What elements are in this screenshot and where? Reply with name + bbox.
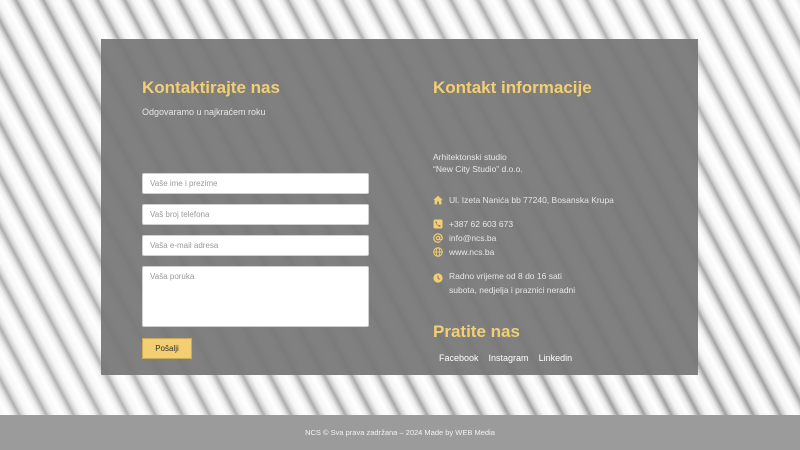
- phone-row: +387 62 603 673: [433, 218, 513, 230]
- globe-icon: [433, 247, 443, 257]
- at-icon: [433, 233, 443, 243]
- hours-line-2: subota, nedjelja i praznici neradni: [449, 285, 576, 295]
- instagram-link[interactable]: Instagram: [489, 353, 529, 363]
- hours-line-1: Radno vrijeme od 8 do 16 sati: [449, 271, 562, 281]
- home-icon: [433, 195, 443, 205]
- contact-panel: Kontaktirajte nas Odgovaramo u najkraćem…: [101, 39, 698, 375]
- contact-info-section: Kontakt informacije Arhitektonski studio…: [433, 78, 673, 363]
- company-line-2: “New City Studio” d.o.o.: [433, 164, 523, 174]
- phone-link[interactable]: +387 62 603 673: [449, 218, 513, 230]
- footer: NCS © Sva prava zadržana – 2024 Made by …: [0, 415, 800, 450]
- company-name: Arhitektonski studio “New City Studio” d…: [433, 151, 523, 175]
- email-link[interactable]: info@ncs.ba: [449, 232, 496, 244]
- social-links: Facebook Instagram Linkedin: [439, 353, 572, 363]
- address-row: Ul. Izeta Nanića bb 77240, Bosanska Krup…: [433, 194, 614, 206]
- website-link[interactable]: www.ncs.ba: [449, 246, 494, 258]
- email-input[interactable]: [142, 235, 369, 256]
- follow-title: Pratite nas: [433, 322, 520, 341]
- footer-text: NCS © Sva prava zadržana – 2024 Made by …: [305, 428, 495, 437]
- name-input[interactable]: [142, 173, 369, 194]
- website-row: www.ncs.ba: [433, 246, 494, 258]
- submit-button[interactable]: Pošalji: [142, 338, 192, 359]
- facebook-link[interactable]: Facebook: [439, 353, 479, 363]
- hours-row: Radno vrijeme od 8 do 16 sati subota, ne…: [433, 269, 575, 297]
- address-text: Ul. Izeta Nanića bb 77240, Bosanska Krup…: [449, 195, 614, 205]
- clock-icon: [433, 273, 443, 283]
- working-hours: Radno vrijeme od 8 do 16 sati subota, ne…: [449, 269, 575, 297]
- message-textarea[interactable]: [142, 266, 369, 327]
- company-line-1: Arhitektonski studio: [433, 152, 507, 162]
- contact-form-title: Kontaktirajte nas: [142, 78, 280, 97]
- phone-icon: [433, 219, 443, 229]
- contact-form-section: Kontaktirajte nas Odgovaramo u najkraćem…: [142, 78, 372, 359]
- contact-form-subtitle: Odgovaramo u najkraćem roku: [142, 107, 266, 117]
- email-row: info@ncs.ba: [433, 232, 496, 244]
- phone-input[interactable]: [142, 204, 369, 225]
- contact-info-title: Kontakt informacije: [433, 78, 592, 97]
- linkedin-link[interactable]: Linkedin: [539, 353, 573, 363]
